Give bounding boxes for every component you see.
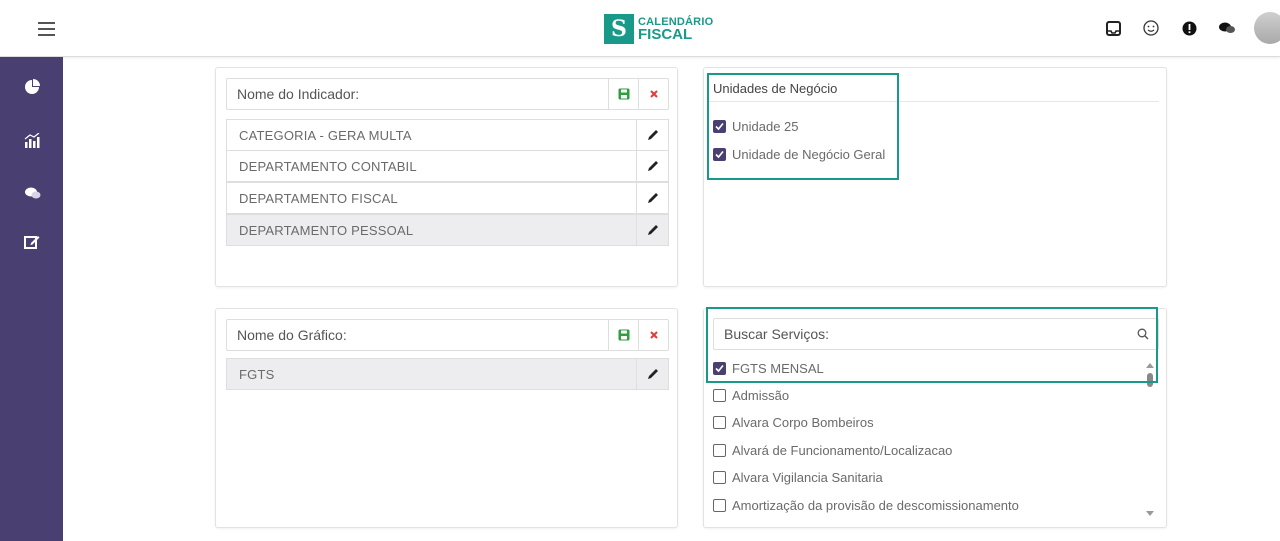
avatar[interactable] <box>1254 12 1280 44</box>
header-actions <box>1084 12 1280 44</box>
pie-chart-icon[interactable] <box>24 79 40 95</box>
save-indicador-button[interactable] <box>608 79 638 109</box>
logo-line2: FISCAL <box>638 26 693 43</box>
grafico-name-label: Nome do Gráfico: <box>237 327 347 343</box>
pencil-icon <box>647 193 658 203</box>
indicador-name-label: Nome do Indicador: <box>237 86 360 102</box>
app-logo: S CALENDÁRIO FISCAL <box>604 14 713 44</box>
smiley-icon[interactable] <box>1142 19 1160 37</box>
checkbox[interactable] <box>713 499 726 512</box>
save-grafico-button[interactable] <box>608 320 638 350</box>
checkbox[interactable] <box>713 389 726 402</box>
logo-mark: S <box>604 14 634 44</box>
top-bar: S CALENDÁRIO FISCAL <box>0 0 1280 57</box>
edit-icon[interactable] <box>24 234 40 250</box>
servico-option[interactable]: Alvara Corpo Bombeiros <box>713 415 874 430</box>
pencil-icon <box>647 369 658 379</box>
servico-option-label: Admissão <box>732 388 790 403</box>
grafico-panel: Nome do Gráfico: FGTS <box>215 308 678 528</box>
inbox-icon[interactable] <box>1104 19 1122 37</box>
indicador-panel: Nome do Indicador: CATEGORIA - GERA MULT… <box>215 67 678 287</box>
chat-bubbles-icon[interactable] <box>24 185 41 201</box>
servicos-highlight-box <box>706 307 1158 383</box>
servico-option-label: Alvará de Funcionamento/Localizacao <box>732 443 953 458</box>
list-item[interactable]: FGTS <box>226 358 669 390</box>
save-icon <box>618 88 629 100</box>
scrollbar[interactable] <box>1146 361 1154 521</box>
edit-button[interactable] <box>636 151 668 181</box>
logo-text: CALENDÁRIO FISCAL <box>638 16 713 42</box>
edit-button[interactable] <box>636 215 668 245</box>
bar-chart-icon[interactable] <box>24 132 40 149</box>
list-item[interactable]: DEPARTAMENTO CONTABIL <box>226 150 669 182</box>
list-item[interactable]: DEPARTAMENTO PESSOAL <box>226 214 669 246</box>
alert-icon[interactable] <box>1180 19 1198 37</box>
scroll-down-icon[interactable] <box>1146 510 1154 518</box>
checkbox[interactable] <box>713 471 726 484</box>
delete-indicador-button[interactable] <box>638 79 668 109</box>
menu-icon[interactable] <box>38 22 55 36</box>
servico-option[interactable]: Amortização da provisão de descomissiona… <box>713 498 1019 513</box>
edit-button[interactable] <box>636 120 668 150</box>
close-icon <box>649 90 658 98</box>
list-item-label: DEPARTAMENTO PESSOAL <box>239 222 414 238</box>
indicador-name-field[interactable]: Nome do Indicador: <box>226 78 669 110</box>
chat-icon[interactable] <box>1218 19 1236 37</box>
servico-option[interactable]: Admissão <box>713 388 789 403</box>
list-item[interactable]: CATEGORIA - GERA MULTA <box>226 119 669 151</box>
pencil-icon <box>647 161 658 171</box>
delete-grafico-button[interactable] <box>638 320 668 350</box>
pencil-icon <box>647 225 658 235</box>
list-item-label: DEPARTAMENTO CONTABIL <box>239 158 417 174</box>
sidebar <box>0 57 63 541</box>
list-item-label: CATEGORIA - GERA MULTA <box>239 127 412 143</box>
edit-button[interactable] <box>636 359 668 389</box>
save-icon <box>618 329 629 341</box>
edit-button[interactable] <box>636 183 668 213</box>
list-item[interactable]: DEPARTAMENTO FISCAL <box>226 182 669 214</box>
servico-option[interactable]: Alvará de Funcionamento/Localizacao <box>713 443 952 458</box>
unidades-highlight-box <box>707 73 899 180</box>
servico-option-label: Alvara Vigilancia Sanitaria <box>732 470 883 485</box>
close-icon <box>649 331 658 339</box>
pencil-icon <box>647 130 658 140</box>
servico-option-label: Amortização da provisão de descomissiona… <box>732 498 1019 513</box>
checkbox[interactable] <box>713 444 726 457</box>
grafico-name-field[interactable]: Nome do Gráfico: <box>226 319 669 351</box>
servico-option-label: Alvara Corpo Bombeiros <box>732 415 874 430</box>
list-item-label: DEPARTAMENTO FISCAL <box>239 190 398 206</box>
checkbox[interactable] <box>713 416 726 429</box>
servico-option[interactable]: Alvara Vigilancia Sanitaria <box>713 470 883 485</box>
list-item-label: FGTS <box>239 366 275 382</box>
